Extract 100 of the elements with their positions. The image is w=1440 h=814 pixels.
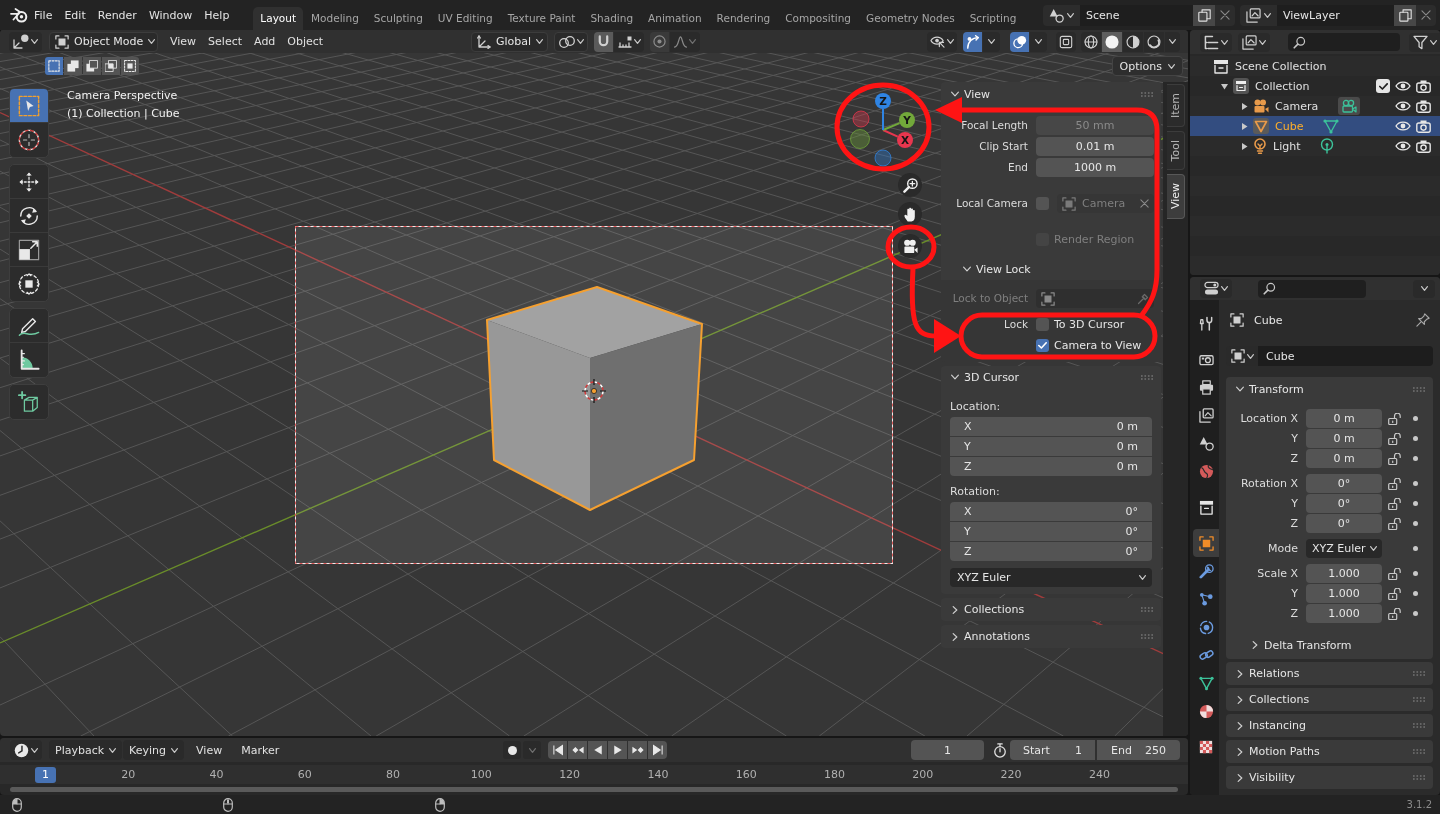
duplicate-button[interactable] xyxy=(1394,4,1416,26)
unlocked-icon[interactable] xyxy=(1388,432,1402,445)
workspace-tab[interactable]: Scripting xyxy=(962,7,1024,30)
axis-handle[interactable]: Z xyxy=(875,93,891,109)
falloff-dropdown[interactable] xyxy=(670,31,700,52)
chevron-icon[interactable] xyxy=(963,265,971,273)
expand-triangle-icon[interactable] xyxy=(1241,122,1248,130)
xray-toggle[interactable] xyxy=(1056,31,1076,52)
vector-field[interactable]: X 0° xyxy=(950,502,1152,521)
end-frame-field[interactable]: End 250 xyxy=(1097,740,1180,760)
number-field[interactable]: 0 m xyxy=(1306,409,1382,428)
transport-button[interactable] xyxy=(628,741,647,759)
unlocked-icon[interactable] xyxy=(1388,497,1402,510)
menu-item[interactable]: Edit xyxy=(58,4,92,26)
checkbox[interactable] xyxy=(1036,339,1049,352)
drag-handle-icon[interactable] xyxy=(1141,607,1153,612)
number-field[interactable]: 0 m xyxy=(1306,429,1382,448)
drag-handle-icon[interactable] xyxy=(1141,91,1153,97)
expand-triangle-icon[interactable] xyxy=(1221,82,1228,90)
dot-icon[interactable] xyxy=(1413,436,1418,441)
dot-icon[interactable] xyxy=(1413,546,1418,551)
number-field[interactable]: 0° xyxy=(1306,474,1382,493)
checkbox[interactable] xyxy=(1036,318,1049,331)
proportional-toggle[interactable] xyxy=(650,31,669,52)
transport-button[interactable] xyxy=(648,741,667,759)
select-mode-button[interactable] xyxy=(102,57,120,75)
tree-row[interactable]: Scene Collection xyxy=(1190,56,1440,76)
workspace-tab[interactable]: Compositing xyxy=(778,7,859,30)
name-field[interactable]: Cube xyxy=(1258,346,1433,366)
number-field[interactable]: 0° xyxy=(1306,514,1382,533)
workspace-tab[interactable]: Sculpting xyxy=(366,7,430,30)
pivot-dropdown[interactable] xyxy=(554,31,588,52)
unlocked-icon[interactable] xyxy=(1388,587,1402,600)
overlays-toggle[interactable] xyxy=(1010,31,1029,52)
chevron-icon[interactable] xyxy=(1236,747,1244,756)
menu-item[interactable]: File xyxy=(28,4,59,26)
drag-handle-icon[interactable] xyxy=(1413,749,1425,754)
pin-icon[interactable] xyxy=(1416,313,1430,327)
unlocked-icon[interactable] xyxy=(1388,477,1402,490)
number-field[interactable]: 1.000 xyxy=(1306,564,1382,583)
drag-handle-icon[interactable] xyxy=(1413,671,1425,676)
mode-dropdown[interactable]: XYZ Euler xyxy=(1306,539,1382,558)
name-field[interactable]: ViewLayer xyxy=(1277,4,1394,26)
tool-button[interactable] xyxy=(9,384,49,420)
dot-icon[interactable] xyxy=(1413,501,1418,506)
checkbox-option[interactable]: Camera to View xyxy=(1036,339,1142,352)
editor-type-button[interactable] xyxy=(9,31,42,52)
dot-icon[interactable] xyxy=(1413,416,1418,421)
workspace-tab[interactable]: Geometry Nodes xyxy=(859,7,962,30)
axis-handle[interactable] xyxy=(874,149,892,167)
dot-icon[interactable] xyxy=(1413,456,1418,461)
chevron-icon[interactable] xyxy=(1236,721,1244,730)
rotation-mode-dropdown[interactable]: XYZ Euler xyxy=(950,568,1152,587)
vector-field[interactable]: X 0 m xyxy=(950,417,1152,436)
filter-dropdown[interactable] xyxy=(1409,32,1440,52)
shading-button[interactable] xyxy=(1144,31,1164,52)
gizmo-toggle[interactable] xyxy=(963,31,982,52)
playhead-frame[interactable]: 1 xyxy=(35,766,56,783)
unlocked-icon[interactable] xyxy=(1388,452,1402,465)
number-field[interactable]: 0.01 m xyxy=(1036,137,1154,156)
unlocked-icon[interactable] xyxy=(1388,607,1402,620)
editor-type-button[interactable] xyxy=(1200,279,1232,298)
gizmo-dropdown[interactable] xyxy=(983,31,1000,52)
stopwatch-icon[interactable] xyxy=(993,742,1007,758)
workspace-tab[interactable]: UV Editing xyxy=(430,7,500,30)
workspace-tab[interactable]: Texture Paint xyxy=(500,7,583,30)
shading-button[interactable] xyxy=(1102,31,1122,52)
drag-handle-icon[interactable] xyxy=(1413,697,1425,702)
display-mode-button[interactable] xyxy=(1200,32,1232,52)
number-field[interactable]: 0° xyxy=(1306,494,1382,513)
chevron-icon[interactable] xyxy=(951,632,959,641)
eye-icon[interactable] xyxy=(1395,120,1411,132)
transport-button[interactable] xyxy=(568,741,587,759)
close-icon[interactable] xyxy=(1421,10,1431,20)
checkbox[interactable] xyxy=(1376,79,1390,93)
transport-button[interactable] xyxy=(608,741,627,759)
chevron-icon[interactable] xyxy=(1236,669,1244,678)
workspace-tab[interactable]: Layout xyxy=(253,7,304,30)
horizontal-scrollbar[interactable] xyxy=(10,787,1178,792)
menu-dropdown[interactable]: Keying xyxy=(123,740,185,760)
frame-field[interactable]: 1 xyxy=(911,740,984,760)
drag-handle-icon[interactable] xyxy=(1413,723,1425,728)
chevron-icon[interactable] xyxy=(1251,641,1259,649)
transport-button[interactable] xyxy=(588,741,607,759)
number-field[interactable]: 1.000 xyxy=(1306,584,1382,603)
mode-dropdown[interactable]: Object Mode xyxy=(49,31,158,52)
axis-handle[interactable]: X xyxy=(897,132,913,148)
start-frame-field[interactable]: Start 1 xyxy=(1010,740,1095,760)
search-field[interactable] xyxy=(1258,279,1366,298)
axis-handle[interactable]: Y xyxy=(899,112,915,128)
drag-handle-icon[interactable] xyxy=(1413,775,1425,780)
workspace-tab[interactable]: Animation xyxy=(641,7,709,30)
number-field[interactable]: 1000 m xyxy=(1036,158,1154,177)
workspace-tab[interactable]: Modeling xyxy=(304,7,366,30)
snap-target-dropdown[interactable] xyxy=(614,31,644,52)
workspace-tab[interactable]: Rendering xyxy=(709,7,778,30)
visibility-dropdown[interactable] xyxy=(927,31,957,52)
transport-button[interactable] xyxy=(548,741,567,759)
tree-row[interactable]: Light xyxy=(1190,136,1440,156)
camera-icon[interactable] xyxy=(1416,119,1431,133)
